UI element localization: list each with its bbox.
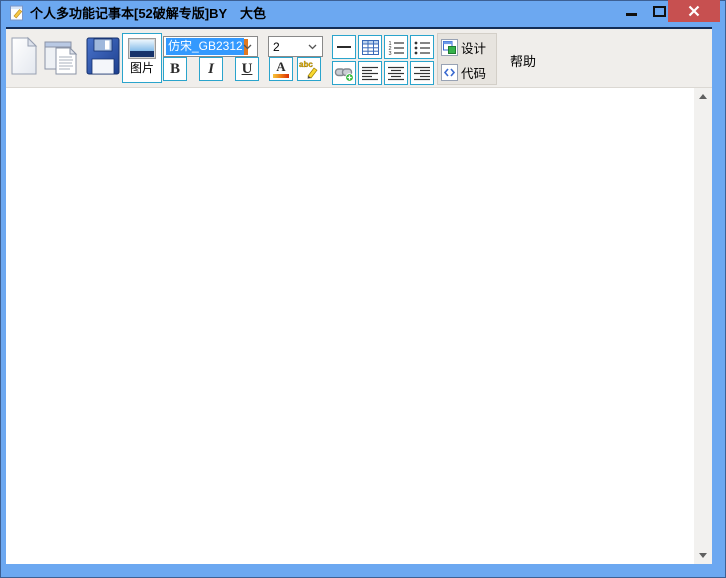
picture-icon	[128, 38, 156, 59]
view-switch-panel: 设计 代码	[437, 33, 497, 85]
titlebar[interactable]: 个人多功能记事本[52破解专版]BY 大色	[0, 0, 726, 27]
design-view-icon	[441, 39, 458, 56]
bullet-list-button[interactable]	[410, 35, 434, 59]
open-document-icon	[44, 36, 82, 76]
scroll-up-button[interactable]	[694, 88, 712, 105]
app-icon[interactable]	[9, 5, 25, 21]
italic-label: I	[208, 62, 214, 77]
close-button[interactable]	[668, 0, 720, 22]
hyperlink-button[interactable]	[332, 61, 356, 85]
minimize-button[interactable]	[613, 0, 649, 22]
open-document-button[interactable]	[44, 36, 82, 76]
maximize-button[interactable]	[649, 0, 669, 22]
app-window: 个人多功能记事本[52破解专版]BY 大色	[0, 0, 726, 578]
toolbar: 图片 仿宋_GB2312 2 B I U A	[6, 29, 712, 88]
font-family-value: 仿宋_GB2312	[166, 38, 244, 55]
font-size-value: 2	[271, 40, 280, 54]
picture-button-label: 图片	[130, 59, 154, 78]
svg-text:3: 3	[389, 51, 392, 55]
numbered-list-button[interactable]: 123	[384, 35, 408, 59]
underline-button[interactable]: U	[235, 57, 259, 81]
font-color-bar	[273, 74, 289, 78]
app-icon-glyph	[9, 5, 25, 21]
hyperlink-icon	[334, 65, 354, 82]
chevron-down-icon	[243, 44, 252, 50]
save-icon	[86, 37, 120, 75]
scroll-down-icon	[699, 553, 707, 558]
bold-label: B	[170, 62, 180, 77]
scroll-down-button[interactable]	[694, 547, 712, 564]
help-menu[interactable]: 帮助	[510, 51, 536, 70]
font-color-button[interactable]: A	[269, 57, 293, 81]
editor-area[interactable]	[6, 88, 694, 564]
svg-text:abc: abc	[299, 60, 313, 69]
code-view-icon	[441, 64, 458, 81]
spell-highlight-button[interactable]: abc	[297, 57, 321, 81]
align-left-button[interactable]	[358, 61, 382, 85]
font-family-select[interactable]: 仿宋_GB2312	[163, 36, 258, 57]
align-center-button[interactable]	[384, 61, 408, 85]
underline-label: U	[242, 62, 253, 77]
chevron-down-icon	[308, 44, 317, 50]
align-left-icon	[362, 66, 378, 81]
italic-button[interactable]: I	[199, 57, 223, 81]
bullet-list-icon	[414, 40, 430, 55]
new-document-icon	[9, 36, 39, 76]
scroll-up-icon	[699, 94, 707, 99]
save-button[interactable]	[85, 36, 120, 76]
bold-button[interactable]: B	[163, 57, 187, 81]
align-right-button[interactable]	[410, 61, 434, 85]
table-icon	[362, 40, 379, 55]
code-view-label: 代码	[461, 63, 486, 82]
font-color-label: A	[276, 61, 285, 73]
design-view-label: 设计	[461, 38, 486, 57]
code-view-button[interactable]: 代码	[441, 61, 495, 83]
window-title: 个人多功能记事本[52破解专版]BY 大色	[30, 0, 266, 27]
insert-table-button[interactable]	[358, 35, 382, 59]
horizontal-rule-icon	[337, 46, 351, 48]
close-icon	[688, 5, 700, 17]
vertical-scrollbar[interactable]	[694, 88, 712, 564]
maximize-icon	[653, 6, 666, 17]
design-view-button[interactable]: 设计	[441, 36, 495, 58]
new-document-button[interactable]	[8, 36, 40, 76]
align-center-icon	[388, 66, 404, 81]
insert-picture-button[interactable]: 图片	[122, 33, 162, 83]
horizontal-rule-button[interactable]	[332, 35, 356, 59]
numbered-list-icon: 123	[388, 40, 404, 55]
align-right-icon	[414, 66, 430, 81]
minimize-icon	[626, 13, 637, 16]
spell-abc-icon: abc	[299, 59, 319, 79]
font-size-select[interactable]: 2	[268, 36, 323, 57]
